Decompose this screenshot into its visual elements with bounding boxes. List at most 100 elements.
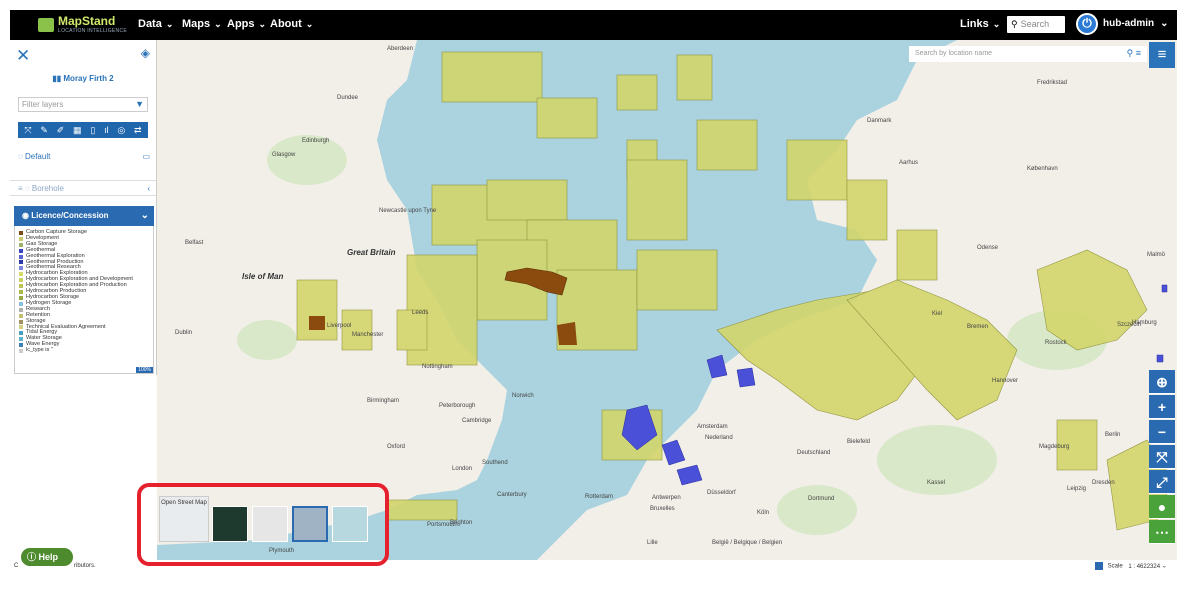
legend-swatch	[19, 295, 23, 300]
place-label: Great Britain	[347, 248, 396, 257]
place-label: Düsseldorf	[707, 490, 736, 496]
paint-icon[interactable]: ✐	[57, 125, 65, 136]
place-label: Canterbury	[497, 492, 527, 498]
legend-swatch	[19, 266, 23, 271]
place-label: Peterborough	[439, 403, 476, 409]
place-label: België / Belgique / Belgien	[712, 540, 783, 546]
drag-handle-icon[interactable]: ≡	[18, 184, 25, 193]
place-label: Bruxelles	[650, 506, 675, 512]
zoom-in-button[interactable]: +	[1149, 395, 1175, 419]
nav-maps-menu[interactable]: Maps ⌄	[182, 18, 222, 30]
layer-borehole[interactable]: ≡ ◌ Borehole ‹	[10, 180, 156, 196]
place-label: Fredrikstad	[1037, 80, 1068, 86]
place-label: Dublin	[175, 330, 193, 336]
chevron-down-icon: ⌄	[992, 19, 1001, 29]
wrench-icon[interactable]: ✎	[40, 125, 48, 136]
search-icon: ⚲	[1011, 19, 1018, 29]
select-icon[interactable]: ⤧	[24, 125, 31, 136]
top-search-input[interactable]: ⚲ Search	[1007, 16, 1065, 33]
legend-swatch	[19, 337, 23, 342]
place-label: Dundee	[337, 95, 359, 101]
place-label: Dresden	[1092, 480, 1115, 486]
eye-slash-icon[interactable]: ◌	[25, 184, 32, 193]
layer-licence-concession[interactable]: ◉ Licence/Concession ⌄	[14, 206, 154, 226]
place-label: Leeds	[412, 310, 429, 316]
locate-button[interactable]: ⊕	[1149, 370, 1175, 394]
filter-icon[interactable]: ▼	[135, 99, 144, 109]
place-label: Oxford	[387, 444, 406, 450]
filter-layers-input[interactable]: Filter layers ▼	[18, 97, 148, 112]
power-icon[interactable]: ⏻	[1076, 13, 1098, 35]
chevron-down-icon[interactable]: ⌄	[141, 206, 149, 226]
help-button[interactable]: ⓘ Help	[21, 548, 73, 566]
more-button[interactable]: ⋯	[1149, 520, 1175, 544]
licence-legend: Carbon Capture Storage Development Gas Sto…	[14, 226, 154, 374]
place-label: Magdeburg	[1039, 444, 1070, 450]
chart-icon: ▮▮	[52, 74, 64, 83]
legend-swatch	[19, 230, 23, 235]
place-label: London	[452, 466, 473, 472]
location-search-input[interactable]: Search by location name ⚲ ≡	[909, 46, 1147, 62]
legend-swatch	[19, 242, 23, 247]
user-menu[interactable]: hub-admin ⌄	[1103, 18, 1169, 29]
place-label: København	[1027, 166, 1058, 172]
target-icon[interactable]: ◎	[117, 125, 125, 136]
legend-swatch	[19, 325, 23, 330]
bar-chart-icon[interactable]: ıl	[104, 125, 109, 135]
location-pin-button[interactable]: ●	[1149, 495, 1175, 519]
eye-icon[interactable]: ◉	[22, 211, 31, 220]
search-icon[interactable]: ⚲ ≡	[1127, 48, 1141, 59]
place-label: Nottingham	[422, 364, 453, 370]
place-label: Bielefeld	[847, 439, 871, 445]
expand-button[interactable]: ⤢	[1149, 470, 1175, 494]
chevron-down-icon: ⌄	[305, 19, 314, 29]
folder-open-icon[interactable]: ▭	[142, 152, 150, 161]
place-label: Southend	[482, 460, 508, 466]
chevron-left-icon[interactable]: ‹	[147, 181, 150, 197]
nav-data-menu[interactable]: Data ⌄	[138, 18, 173, 30]
basemap-highlight-box	[137, 483, 389, 566]
trash-icon[interactable]: ▯	[90, 125, 95, 136]
place-label: Glasgow	[272, 152, 296, 158]
layer-group-default[interactable]: ◌ Default ▭	[10, 152, 156, 161]
place-label: Rostock	[1045, 340, 1067, 346]
legend-swatch	[19, 284, 23, 289]
place-label: Kiel	[932, 311, 943, 317]
swap-icon[interactable]: ⇄	[134, 125, 142, 136]
place-label: Dortmund	[808, 496, 835, 502]
place-label: Rotterdam	[585, 494, 614, 500]
main-menu-button[interactable]: ≡	[1149, 42, 1175, 68]
nav-about-menu[interactable]: About ⌄	[270, 18, 313, 30]
table-icon[interactable]: ▦	[73, 125, 82, 136]
legend-label: lc_type is ''	[26, 347, 54, 354]
chevron-down-icon: ⌄	[258, 19, 267, 29]
place-label: Birmingham	[367, 398, 400, 404]
legend-swatch	[19, 313, 23, 318]
fullscreen-button[interactable]: ⤧	[1149, 445, 1175, 469]
place-label: Belfast	[185, 240, 204, 246]
legend-swatch	[19, 272, 23, 277]
legend-swatch	[19, 278, 23, 283]
place-label: Portsmouth	[427, 522, 458, 528]
place-label: Manchester	[352, 332, 384, 338]
place-label: Köln	[757, 510, 770, 516]
attribution-right: ributors.	[74, 563, 96, 569]
map-scale[interactable]: Scale 1 : 4622324 ⌄	[1095, 562, 1167, 570]
logo-mark-icon	[38, 18, 54, 32]
zoom-out-button[interactable]: −	[1149, 420, 1175, 444]
place-label: Aarhus	[899, 160, 919, 166]
nav-apps-menu[interactable]: Apps ⌄	[227, 18, 266, 30]
close-icon[interactable]: ✕	[16, 46, 30, 66]
scale-icon	[1095, 562, 1103, 570]
nav-links-menu[interactable]: Links ⌄	[960, 18, 1000, 30]
place-label: Isle of Man	[242, 272, 284, 281]
map-title: ▮▮ Moray Firth 2	[52, 74, 114, 83]
place-label: Kassel	[927, 480, 946, 486]
mapstand-logo[interactable]: MapStand LOCATION INTELLIGENCE	[38, 14, 127, 36]
map-canvas[interactable]: Great Britain Isle of Man Newcastle upon T…	[157, 40, 1177, 560]
place-label: Deutschland	[797, 450, 831, 456]
eye-slash-icon[interactable]: ◌	[18, 152, 25, 161]
top-navbar: MapStand LOCATION INTELLIGENCE Data ⌄ Map…	[10, 10, 1177, 40]
place-label: Amsterdam	[697, 424, 728, 430]
layers-icon[interactable]: ◈	[141, 46, 150, 60]
